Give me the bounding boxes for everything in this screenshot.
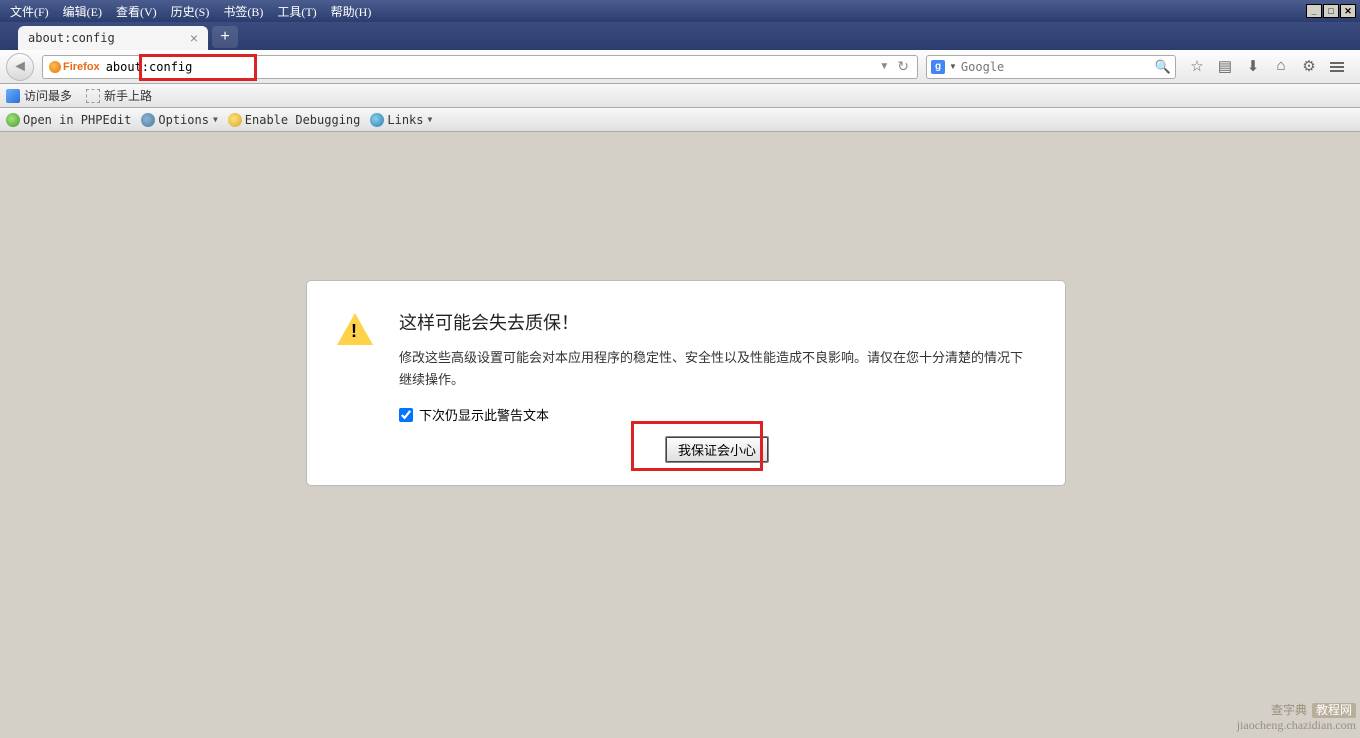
addon-phpedit[interactable]: Open in PHPEdit	[6, 113, 131, 127]
warning-text: 修改这些高级设置可能会对本应用程序的稳定性、安全性以及性能造成不良影响。请仅在您…	[399, 347, 1035, 391]
menu-file[interactable]: 文件(F)	[4, 1, 55, 22]
addon-toolbar: Open in PHPEdit Options▼ Enable Debuggin…	[0, 108, 1360, 132]
warning-panel: 这样可能会失去质保！ 修改这些高级设置可能会对本应用程序的稳定性、安全性以及性能…	[306, 280, 1066, 486]
maximize-button[interactable]: □	[1323, 4, 1339, 18]
gettingstarted-icon	[86, 89, 100, 103]
dev-icon[interactable]: ⚙	[1300, 58, 1318, 76]
identity-chip[interactable]: Firefox	[47, 61, 102, 73]
tab-bar: about:config × +	[0, 22, 1360, 50]
warning-triangle-icon	[337, 313, 373, 345]
search-icon[interactable]: 🔍	[1155, 59, 1171, 75]
new-tab-button[interactable]: +	[212, 26, 238, 48]
home-icon[interactable]: ⌂	[1272, 58, 1290, 76]
warning-checkbox-label: 下次仍显示此警告文本	[419, 405, 549, 424]
url-bar[interactable]: Firefox ▼ ↻	[42, 55, 918, 79]
url-input[interactable]	[106, 60, 876, 74]
menu-bookmarks[interactable]: 书签(B)	[217, 1, 269, 22]
watermark: 查字典 教程网 jiaocheng.chazidian.com	[1237, 703, 1356, 734]
tab-active[interactable]: about:config ×	[18, 26, 208, 50]
tab-title: about:config	[28, 31, 115, 45]
firefox-icon	[49, 61, 61, 73]
warning-title: 这样可能会失去质保！	[399, 309, 1035, 335]
tab-close-icon[interactable]: ×	[190, 30, 198, 46]
bookmarks-toolbar: 访问最多 新手上路	[0, 84, 1360, 108]
menubar: 文件(F) 编辑(E) 查看(V) 历史(S) 书签(B) 工具(T) 帮助(H…	[0, 0, 1360, 22]
menu-help[interactable]: 帮助(H)	[325, 1, 378, 22]
search-engine-dropdown-icon[interactable]: ▼	[949, 62, 957, 71]
chevron-down-icon: ▼	[213, 115, 218, 124]
reading-list-icon[interactable]: ▤	[1216, 58, 1234, 76]
search-bar[interactable]: g ▼ 🔍	[926, 55, 1176, 79]
nav-bar: ◄ Firefox ▼ ↻ g ▼ 🔍 ☆ ▤ ⬇ ⌂ ⚙	[0, 50, 1360, 84]
addon-debug[interactable]: Enable Debugging	[228, 113, 361, 127]
warning-checkbox-row[interactable]: 下次仍显示此警告文本	[399, 405, 1035, 424]
bookmark-gettingstarted[interactable]: 新手上路	[86, 87, 152, 104]
content-area: 这样可能会失去质保！ 修改这些高级设置可能会对本应用程序的稳定性、安全性以及性能…	[0, 132, 1360, 738]
globe-icon	[370, 113, 384, 127]
bookmark-star-icon[interactable]: ☆	[1188, 58, 1206, 76]
addon-links[interactable]: Links▼	[370, 113, 432, 127]
reload-icon[interactable]: ↻	[893, 58, 913, 75]
phpedit-icon	[6, 113, 20, 127]
menu-edit[interactable]: 编辑(E)	[57, 1, 108, 22]
menu-view[interactable]: 查看(V)	[110, 1, 163, 22]
url-dropdown-icon[interactable]: ▼	[875, 61, 893, 72]
addon-options[interactable]: Options▼	[141, 113, 217, 127]
mostvisited-icon	[6, 89, 20, 103]
menu-hamburger-icon[interactable]	[1328, 58, 1346, 76]
minimize-button[interactable]: _	[1306, 4, 1322, 18]
chevron-down-icon: ▼	[428, 115, 433, 124]
debug-icon	[228, 113, 242, 127]
bookmark-mostvisited[interactable]: 访问最多	[6, 87, 72, 104]
back-button[interactable]: ◄	[6, 53, 34, 81]
search-input[interactable]	[961, 60, 1151, 74]
close-window-button[interactable]: ✕	[1340, 4, 1356, 18]
warning-checkbox[interactable]	[399, 408, 413, 422]
gear-icon	[141, 113, 155, 127]
google-icon[interactable]: g	[931, 60, 945, 74]
downloads-icon[interactable]: ⬇	[1244, 58, 1262, 76]
menu-history[interactable]: 历史(S)	[165, 1, 216, 22]
accept-risk-button[interactable]: 我保证会小心	[665, 436, 769, 463]
menu-tools[interactable]: 工具(T)	[271, 1, 322, 22]
